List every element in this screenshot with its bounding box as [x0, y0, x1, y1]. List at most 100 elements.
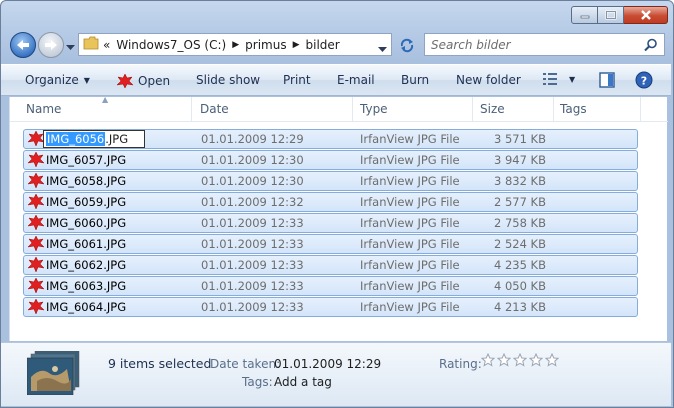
file-type: IrfanView JPG File [360, 174, 460, 188]
irfanview-icon [116, 73, 134, 89]
arrow-left-icon [17, 40, 29, 50]
column-name[interactable]: Name [26, 102, 61, 116]
organize-label: Organize [25, 73, 79, 87]
refresh-icon [400, 38, 414, 52]
file-name: IMG_6058.JPG [46, 174, 127, 188]
rename-field[interactable]: IMG_6056.JPG [43, 130, 145, 148]
breadcrumb-primus[interactable]: primus [245, 38, 286, 52]
breadcrumb-drive[interactable]: Windows7_OS (C:) [116, 38, 226, 52]
irfanview-file-icon [27, 214, 45, 234]
column-date[interactable]: Date [200, 102, 229, 116]
table-row[interactable]: IMG_6060.JPG 01.01.2009 12:33 IrfanView … [23, 213, 638, 233]
file-date: 01.01.2009 12:30 [201, 153, 304, 167]
file-name: IMG_6063.JPG [46, 279, 127, 293]
close-button[interactable] [624, 6, 668, 24]
table-row[interactable]: IMG_6059.JPG 01.01.2009 12:32 IrfanView … [23, 192, 638, 212]
table-row[interactable]: IMG_6058.JPG 01.01.2009 12:30 IrfanView … [23, 171, 638, 191]
file-date: 01.01.2009 12:29 [201, 132, 304, 146]
table-row[interactable]: IMG_6063.JPG 01.01.2009 12:33 IrfanView … [23, 276, 638, 296]
column-divider[interactable] [553, 97, 554, 122]
breadcrumb-bilder[interactable]: bilder [306, 38, 340, 52]
slideshow-button[interactable]: Slide show [196, 73, 260, 87]
irfanview-file-icon [27, 193, 45, 213]
address-bar[interactable]: « Windows7_OS (C:) ▶ primus ▶ bilder [78, 33, 392, 56]
selection-count: 9 items selected [108, 356, 212, 371]
folder-icon [83, 36, 99, 53]
column-divider[interactable] [472, 97, 473, 122]
file-type: IrfanView JPG File [360, 153, 460, 167]
column-headers: ▲ Name Date Type Size Tags [10, 95, 668, 122]
organize-button[interactable]: Organize ▼ [25, 73, 90, 87]
print-button[interactable]: Print [283, 73, 311, 87]
refresh-button[interactable] [394, 33, 420, 56]
table-row[interactable]: IMG_6061.JPG 01.01.2009 12:33 IrfanView … [23, 234, 638, 254]
star-icon[interactable] [497, 353, 511, 367]
breadcrumb-chevron-icon[interactable]: ▶ [293, 40, 300, 50]
new-folder-button[interactable]: New folder [456, 73, 521, 87]
details-pane: 9 items selected Date taken: 01.01.2009 … [1, 342, 671, 406]
table-row[interactable]: IMG_6062.JPG 01.01.2009 12:33 IrfanView … [23, 255, 638, 275]
file-type: IrfanView JPG File [360, 195, 460, 209]
command-bar: Organize ▼ Open Slide show Print E-mail B… [1, 64, 671, 96]
date-taken-value[interactable]: 01.01.2009 12:29 [274, 357, 381, 371]
rename-extension: .JPG [105, 132, 129, 146]
file-type: IrfanView JPG File [360, 279, 460, 293]
column-tags[interactable]: Tags [560, 102, 587, 116]
table-row[interactable]: IMG_6064.JPG 01.01.2009 12:33 IrfanView … [23, 297, 638, 317]
file-date: 01.01.2009 12:33 [201, 216, 304, 230]
star-icon[interactable] [481, 353, 495, 367]
file-rows: IMG_6056.JPG 01.01.2009 12:29 IrfanView … [23, 129, 638, 318]
help-button[interactable]: ? [635, 71, 653, 89]
recent-pages-dropdown[interactable] [66, 40, 75, 54]
search-input[interactable]: Search bilder [424, 33, 665, 56]
column-divider[interactable] [352, 97, 353, 122]
search-icon[interactable] [644, 38, 658, 55]
address-dropdown-icon[interactable] [378, 42, 387, 56]
file-date: 01.01.2009 12:33 [201, 237, 304, 251]
rating-stars[interactable] [481, 353, 559, 367]
column-divider[interactable] [191, 97, 192, 122]
column-divider[interactable] [640, 97, 641, 122]
file-type: IrfanView JPG File [360, 300, 460, 314]
rename-selected-text: IMG_6056 [46, 132, 106, 146]
star-icon[interactable] [529, 353, 543, 367]
chevron-down-icon [66, 45, 75, 50]
open-button[interactable]: Open [116, 73, 170, 89]
column-type[interactable]: Type [360, 102, 388, 116]
file-size: 2 577 KB [493, 195, 546, 209]
file-size: 2 758 KB [493, 216, 546, 230]
sort-ascending-icon: ▲ [102, 95, 109, 104]
search-placeholder: Search bilder [431, 37, 511, 52]
email-button[interactable]: E-mail [337, 73, 375, 87]
caret-down-icon[interactable]: ▼ [569, 75, 575, 84]
preview-pane-button[interactable] [599, 72, 615, 88]
minimize-icon [580, 15, 589, 19]
burn-button[interactable]: Burn [401, 73, 429, 87]
irfanview-file-icon [27, 130, 45, 150]
star-icon[interactable] [545, 353, 559, 367]
irfanview-file-icon [27, 298, 45, 318]
breadcrumb-chevron-icon[interactable]: ▶ [232, 40, 239, 50]
views-button[interactable]: ▼ [543, 73, 575, 85]
burn-label: Burn [401, 73, 430, 87]
irfanview-file-icon [27, 151, 45, 171]
selection-thumbnail [26, 350, 81, 396]
irfanview-file-icon [27, 235, 45, 255]
address-overflow[interactable]: « [103, 38, 110, 52]
file-size: 3 947 KB [493, 153, 546, 167]
new-folder-label: New folder [456, 73, 521, 87]
table-row[interactable]: IMG_6056.JPG 01.01.2009 12:29 IrfanView … [23, 129, 638, 149]
forward-button[interactable] [38, 32, 64, 58]
back-button[interactable] [10, 32, 36, 58]
file-size: 4 050 KB [493, 279, 546, 293]
tags-label: Tags: [242, 375, 273, 389]
file-date: 01.01.2009 12:33 [201, 279, 304, 293]
email-label: E-mail [337, 73, 375, 87]
minimize-button[interactable] [571, 6, 598, 24]
tags-value[interactable]: Add a tag [274, 375, 332, 389]
star-icon[interactable] [513, 353, 527, 367]
table-row[interactable]: IMG_6057.JPG 01.01.2009 12:30 IrfanView … [23, 150, 638, 170]
column-size[interactable]: Size [480, 102, 505, 116]
maximize-button[interactable] [598, 6, 624, 24]
file-size: 3 832 KB [493, 174, 546, 188]
